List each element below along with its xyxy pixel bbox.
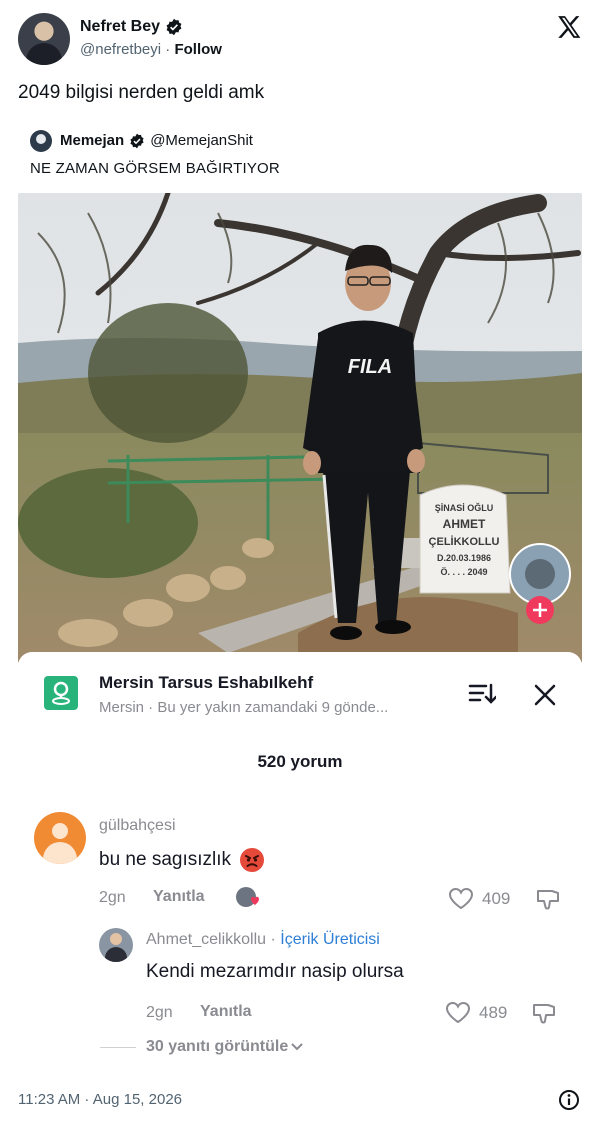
headstone-line-5: Ö. . . . 2049 <box>440 567 487 577</box>
reply-avatar[interactable] <box>99 928 133 962</box>
headstone-line-3: ÇELİKKOLLU <box>429 535 500 548</box>
view-replies-button[interactable]: 30 yanıtı görüntüle <box>100 1038 304 1056</box>
like-button[interactable]: 409 <box>448 887 510 911</box>
divider-line <box>100 1046 136 1048</box>
location-pin-icon[interactable] <box>44 676 78 710</box>
like-count: 409 <box>482 889 511 908</box>
comment-text-content: bu ne sagısızlık <box>99 849 232 870</box>
reply-date: 2gn <box>146 1004 173 1021</box>
reply-username-line[interactable]: Ahmet_celikkollu · İçerik Üreticisi <box>146 931 380 949</box>
reply-username: Ahmet_celikkollu <box>146 931 267 948</box>
handle-separator: · <box>165 41 171 58</box>
author-name-text: Nefret Bey <box>80 18 161 35</box>
quoted-photo[interactable]: ŞİNASİ OĞLU AHMET ÇELİKKOLLU D.20.03.198… <box>18 193 582 663</box>
reply-like-count: 489 <box>479 1003 508 1022</box>
headstone-line-4: D.20.03.1986 <box>437 553 491 563</box>
heart-icon <box>448 887 474 910</box>
angry-face-icon <box>240 848 265 872</box>
reply-separator: · <box>270 931 276 948</box>
follow-button[interactable]: Follow <box>174 41 222 58</box>
comment-text: bu ne sagısızlık <box>99 847 265 873</box>
sort-icon[interactable] <box>468 682 496 706</box>
author-name[interactable]: Nefret Bey <box>80 18 183 36</box>
x-logo-icon[interactable] <box>556 14 582 40</box>
quote-author[interactable]: Memejan @MemejanShit <box>60 132 253 149</box>
view-replies-label: 30 yanıtı görüntüle <box>146 1038 289 1055</box>
author-handle-line: @nefretbeyi · Follow <box>80 41 222 58</box>
reply-button[interactable]: Yanıtla <box>153 888 205 906</box>
quote-author-handle: @MemejanShit <box>150 132 253 149</box>
author-handle[interactable]: @nefretbeyi <box>80 41 161 58</box>
reply-reply-button[interactable]: Yanıtla <box>200 1003 252 1021</box>
headstone-line-2: AHMET <box>443 517 486 531</box>
comment-date: 2gn <box>99 889 126 906</box>
quote-author-name: Memejan <box>60 132 125 149</box>
comment-username[interactable]: gülbahçesi <box>99 817 176 835</box>
close-icon[interactable] <box>532 682 558 708</box>
creator-badge: İçerik Üreticisi <box>280 931 380 948</box>
creator-liked-icon <box>236 887 259 907</box>
tweet-text: 2049 bilgisi nerden geldi amk <box>18 82 265 103</box>
headstone-line-1: ŞİNASİ OĞLU <box>435 502 494 513</box>
quote-text: NE ZAMAN GÖRSEM BAĞIRTIYOR <box>30 160 280 177</box>
tweet-timestamp[interactable]: 11:23 AM · Aug 15, 2026 <box>18 1091 182 1108</box>
comment-avatar[interactable] <box>34 812 86 864</box>
photo-scene: ŞİNASİ OĞLU AHMET ÇELİKKOLLU D.20.03.198… <box>18 193 582 663</box>
chevron-down-icon <box>291 1043 303 1051</box>
heart-icon <box>445 1001 471 1024</box>
reply-like-button[interactable]: 489 <box>445 1001 507 1025</box>
verified-icon <box>130 133 144 148</box>
quote-avatar[interactable] <box>30 130 52 152</box>
verified-icon <box>166 18 182 36</box>
comment-count: 520 yorum <box>257 752 343 771</box>
shirt-logo: FILA <box>348 356 392 378</box>
reply-text: Kendi mezarımdır nasip olursa <box>146 961 404 982</box>
info-icon[interactable] <box>558 1089 580 1111</box>
dislike-icon[interactable] <box>531 1001 557 1025</box>
dislike-icon[interactable] <box>535 887 561 911</box>
comments-sheet: Mersin Tarsus Eshabılkehf Mersin · Bu ye… <box>18 652 582 1070</box>
location-title[interactable]: Mersin Tarsus Eshabılkehf <box>99 673 313 693</box>
location-subtitle[interactable]: Mersin · Bu yer yakın zamandaki 9 gönde.… <box>99 699 388 716</box>
author-avatar[interactable] <box>18 13 70 65</box>
